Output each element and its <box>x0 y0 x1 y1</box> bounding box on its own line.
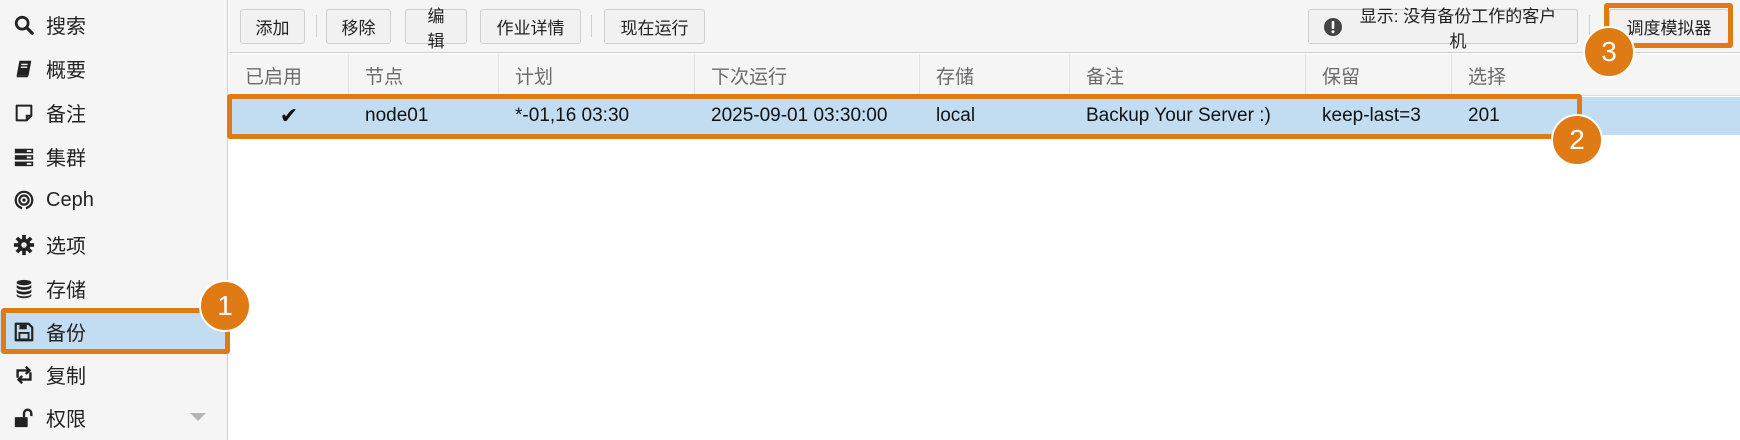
sidebar-item-cluster[interactable]: 集群 <box>0 136 228 177</box>
sidebar-item-options[interactable]: 选项 <box>0 224 228 265</box>
sidebar-item-label: 概要 <box>46 60 86 82</box>
sidebar-item-permissions[interactable]: 权限 <box>0 397 228 438</box>
sidebar-item-summary[interactable]: 概要 <box>0 48 228 89</box>
sidebar-item-search[interactable]: 搜索 <box>0 4 228 45</box>
exclamation-icon <box>1323 17 1343 37</box>
cell-next-run: 2025-09-01 03:30:00 <box>711 105 888 126</box>
toolbar: 添加 移除 编辑 作业详情 现在运行 显示: 没有备份工作的客户机 调度模拟器 <box>229 0 1740 53</box>
sidebar-item-label: 存储 <box>46 280 86 302</box>
sidebar: 搜索 概要 备注 集群 Ceph 选项 存储 备份 复制 权限 <box>0 0 228 440</box>
sidebar-item-label: 权限 <box>46 409 86 431</box>
database-icon <box>12 277 36 301</box>
sidebar-item-storage[interactable]: 存储 <box>0 268 228 309</box>
sidebar-item-label: 备份 <box>46 323 86 345</box>
checkmark-icon: ✔ <box>279 103 299 128</box>
cell-comment: Backup Your Server :) <box>1086 105 1271 126</box>
sidebar-item-label: 集群 <box>46 148 86 170</box>
cell-node: node01 <box>365 105 429 126</box>
sidebar-item-label: 备注 <box>46 104 86 126</box>
note-icon <box>12 101 36 125</box>
cell-enabled: ✔ <box>229 97 349 135</box>
column-header-next-run[interactable]: 下次运行 <box>695 54 920 96</box>
column-header-retention[interactable]: 保留 <box>1306 54 1452 96</box>
cell-retention: keep-last=3 <box>1322 105 1421 126</box>
book-icon <box>12 57 36 81</box>
sidebar-item-backup[interactable]: 备份 <box>0 311 228 352</box>
sidebar-item-replication[interactable]: 复制 <box>0 354 228 395</box>
ceph-icon <box>12 189 36 213</box>
grid-body: ✔ node01 *-01,16 03:30 2025-09-01 03:30:… <box>229 97 1740 440</box>
sidebar-item-ceph[interactable]: Ceph <box>0 180 228 221</box>
gear-icon <box>12 233 36 257</box>
cell-selection: 201 <box>1468 105 1500 126</box>
job-detail-button[interactable]: 作业详情 <box>480 9 581 44</box>
cell-storage: local <box>936 105 976 126</box>
table-row[interactable]: ✔ node01 *-01,16 03:30 2025-09-01 03:30:… <box>229 97 1740 135</box>
show-guests-button[interactable]: 显示: 没有备份工作的客户机 <box>1308 7 1578 51</box>
toolbar-separator <box>316 15 317 37</box>
callout-badge-3: 3 <box>1583 26 1635 78</box>
column-header-node[interactable]: 节点 <box>349 54 499 96</box>
server-icon <box>12 145 36 169</box>
edit-button[interactable]: 编辑 <box>405 7 467 51</box>
show-guests-label: 显示: 没有备份工作的客户机 <box>1359 6 1557 51</box>
chevron-down-icon[interactable] <box>190 413 206 421</box>
column-header-schedule[interactable]: 计划 <box>499 54 695 96</box>
add-button[interactable]: 添加 <box>240 9 305 44</box>
sidebar-item-label: 搜索 <box>46 16 86 38</box>
column-header-enabled[interactable]: 已启用 <box>229 54 349 96</box>
column-header-comment[interactable]: 备注 <box>1070 54 1306 96</box>
remove-button[interactable]: 移除 <box>326 9 391 44</box>
unlock-icon <box>12 406 36 430</box>
sidebar-item-notes[interactable]: 备注 <box>0 92 228 133</box>
sidebar-item-label: 复制 <box>46 366 86 388</box>
column-header-storage[interactable]: 存储 <box>920 54 1070 96</box>
sidebar-item-label: 选项 <box>46 236 86 258</box>
sidebar-item-label: Ceph <box>46 189 94 211</box>
search-icon <box>12 13 36 37</box>
app-root: 搜索 概要 备注 集群 Ceph 选项 存储 备份 复制 权限 添加 移除 编辑… <box>0 0 1740 440</box>
cell-schedule: *-01,16 03:30 <box>515 105 630 126</box>
callout-badge-1: 1 <box>199 280 251 332</box>
callout-badge-2: 2 <box>1551 114 1603 166</box>
toolbar-separator <box>591 15 592 37</box>
grid-header: 已启用 节点 计划 下次运行 存储 备注 保留 选择 <box>229 54 1740 96</box>
run-now-button[interactable]: 现在运行 <box>604 9 705 44</box>
floppy-icon <box>12 320 36 344</box>
retweet-icon <box>12 363 36 387</box>
